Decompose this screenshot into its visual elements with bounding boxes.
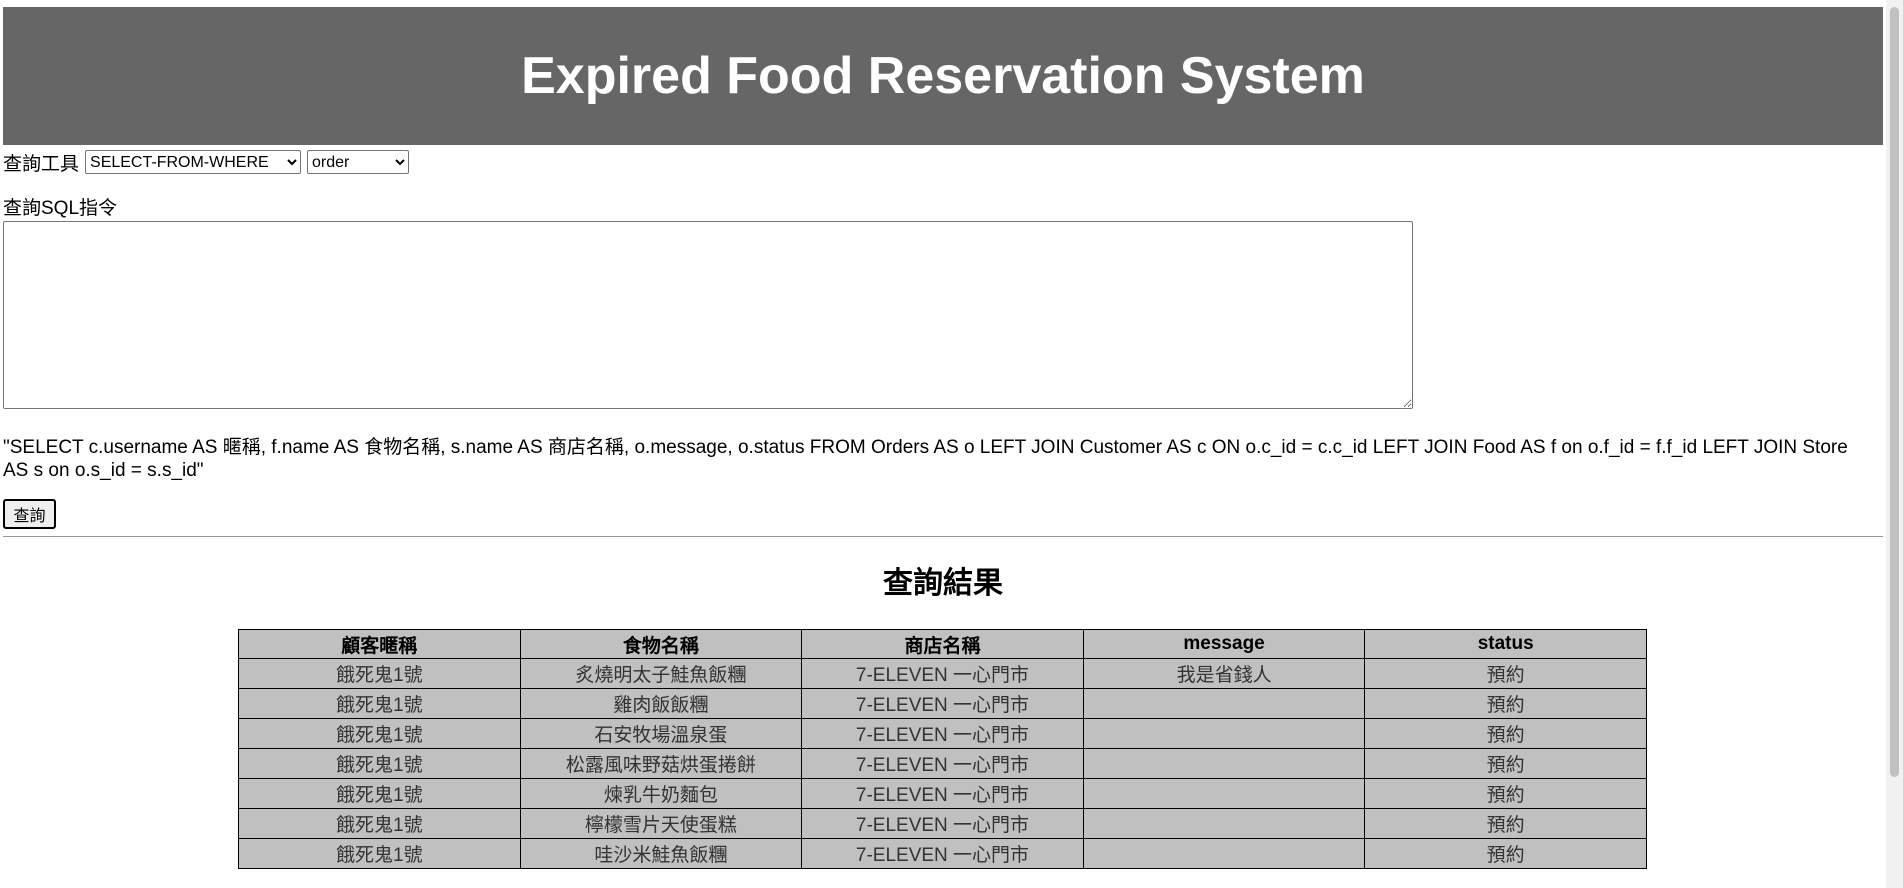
cell-status: 預約 — [1364, 808, 1647, 839]
cell-nickname: 餓死鬼1號 — [238, 808, 521, 839]
cell-message — [1082, 838, 1366, 869]
page-title: Expired Food Reservation System — [521, 47, 1365, 105]
table-row: 餓死鬼1號 檸檬雪片天使蛋糕 7-ELEVEN 一心門市 預約 — [238, 808, 1647, 839]
cell-store-name: 7-ELEVEN 一心門市 — [801, 838, 1084, 869]
cell-nickname: 餓死鬼1號 — [238, 838, 521, 869]
table-select[interactable]: order — [307, 150, 410, 174]
query-type-select[interactable]: SELECT-FROM-WHERE — [85, 150, 302, 174]
column-header-food-name: 食物名稱 — [519, 629, 803, 659]
cell-store-name: 7-ELEVEN 一心門市 — [801, 748, 1084, 779]
cell-message — [1082, 718, 1366, 749]
table-row: 餓死鬼1號 石安牧場溫泉蛋 7-ELEVEN 一心門市 預約 — [238, 718, 1647, 749]
cell-status: 預約 — [1364, 688, 1647, 719]
cell-status: 預約 — [1364, 778, 1647, 809]
query-button[interactable]: 查詢 — [3, 499, 56, 529]
cell-status: 預約 — [1364, 838, 1647, 869]
cell-status: 預約 — [1364, 658, 1647, 689]
query-tools-label: 查詢工具 — [3, 153, 80, 175]
cell-message — [1082, 688, 1366, 719]
cell-nickname: 餓死鬼1號 — [238, 748, 521, 779]
page: Expired Food Reservation System 查詢工具 SEL… — [3, 7, 1883, 869]
cell-message: 我是省錢人 — [1082, 658, 1366, 689]
table-header-row: 顧客暱稱 食物名稱 商店名稱 message status — [238, 629, 1647, 659]
cell-nickname: 餓死鬼1號 — [238, 658, 521, 689]
sql-command-label: 查詢SQL指令 — [3, 198, 118, 219]
table-row: 餓死鬼1號 炙燒明太子鮭魚飯糰 7-ELEVEN 一心門市 我是省錢人 預約 — [238, 658, 1647, 689]
divider — [3, 536, 1883, 537]
cell-store-name: 7-ELEVEN 一心門市 — [801, 808, 1084, 839]
vertical-scrollbar[interactable] — [1886, 0, 1903, 888]
results-title: 查詢結果 — [883, 567, 1003, 600]
column-header-store-name: 商店名稱 — [801, 629, 1084, 659]
cell-food-name: 煉乳牛奶麵包 — [519, 778, 803, 809]
cell-food-name: 哇沙米鮭魚飯糰 — [519, 838, 803, 869]
column-header-message: message — [1082, 629, 1366, 659]
cell-food-name: 雞肉飯飯糰 — [519, 688, 803, 719]
sql-command-textarea[interactable] — [3, 221, 1413, 409]
header-banner: Expired Food Reservation System — [3, 7, 1883, 145]
scrollbar-thumb[interactable] — [1890, 7, 1899, 777]
cell-store-name: 7-ELEVEN 一心門市 — [801, 778, 1084, 809]
cell-food-name: 炙燒明太子鮭魚飯糰 — [519, 658, 803, 689]
cell-nickname: 餓死鬼1號 — [238, 688, 521, 719]
cell-store-name: 7-ELEVEN 一心門市 — [801, 688, 1084, 719]
cell-store-name: 7-ELEVEN 一心門市 — [801, 718, 1084, 749]
table-row: 餓死鬼1號 哇沙米鮭魚飯糰 7-ELEVEN 一心門市 預約 — [238, 838, 1647, 869]
query-tools-row: 查詢工具 SELECT-FROM-WHERE order — [3, 149, 1883, 175]
cell-store-name: 7-ELEVEN 一心門市 — [801, 658, 1084, 689]
sql-command-text: "SELECT c.username AS 暱稱, f.name AS 食物名稱… — [3, 437, 1848, 481]
cell-food-name: 松露風味野菇烘蛋捲餅 — [519, 748, 803, 779]
cell-message — [1082, 748, 1366, 779]
cell-food-name: 檸檬雪片天使蛋糕 — [519, 808, 803, 839]
cell-message — [1082, 778, 1366, 809]
cell-status: 預約 — [1364, 748, 1647, 779]
column-header-nickname: 顧客暱稱 — [238, 629, 521, 659]
cell-food-name: 石安牧場溫泉蛋 — [519, 718, 803, 749]
cell-nickname: 餓死鬼1號 — [238, 718, 521, 749]
cell-status: 預約 — [1364, 718, 1647, 749]
table-row: 餓死鬼1號 松露風味野菇烘蛋捲餅 7-ELEVEN 一心門市 預約 — [238, 748, 1647, 779]
table-row: 餓死鬼1號 雞肉飯飯糰 7-ELEVEN 一心門市 預約 — [238, 688, 1647, 719]
cell-message — [1082, 808, 1366, 839]
table-row: 餓死鬼1號 煉乳牛奶麵包 7-ELEVEN 一心門市 預約 — [238, 778, 1647, 809]
results-table: 顧客暱稱 食物名稱 商店名稱 message status 餓死鬼1號 炙燒明太… — [238, 629, 1647, 869]
column-header-status: status — [1364, 629, 1647, 659]
cell-nickname: 餓死鬼1號 — [238, 778, 521, 809]
